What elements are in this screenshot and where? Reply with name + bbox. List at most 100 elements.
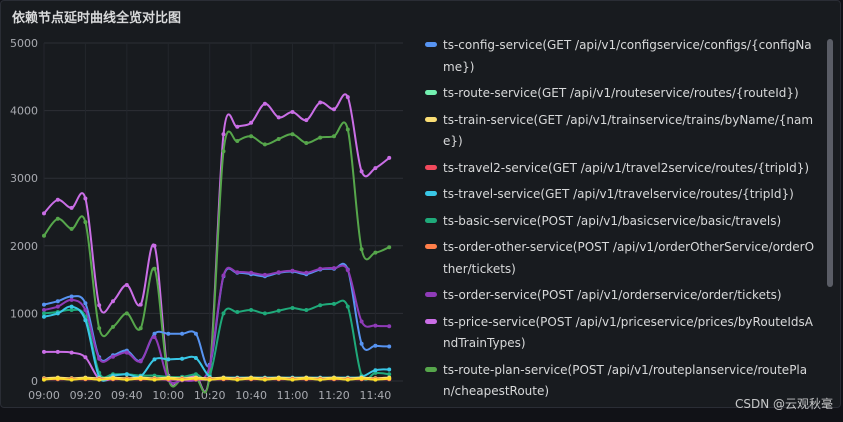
legend-item[interactable]: ts-order-service(POST /api/v1/orderservi…: [425, 285, 817, 307]
series-point: [249, 120, 254, 125]
series-point: [83, 301, 88, 306]
series-point: [152, 243, 157, 248]
series-point: [345, 95, 350, 100]
series-point: [111, 299, 115, 304]
series-point: [124, 311, 129, 316]
series-point: [318, 100, 323, 105]
series-point: [249, 308, 254, 312]
x-tick-label: 11:20: [318, 389, 350, 402]
legend-item[interactable]: ts-route-service(GET /api/v1/routeservic…: [425, 83, 817, 105]
series-point: [69, 226, 74, 231]
series-point: [290, 132, 295, 137]
series-point: [373, 343, 378, 348]
series-point: [262, 272, 267, 277]
series-point: [55, 376, 60, 381]
series-point: [83, 318, 88, 323]
series-point: [332, 107, 336, 112]
series-point: [359, 169, 364, 174]
legend-scrollbar[interactable]: [827, 39, 833, 287]
series-point: [345, 377, 350, 382]
series-point: [304, 270, 309, 275]
series-point: [304, 118, 309, 123]
series-point: [235, 270, 240, 275]
chart-legend[interactable]: ts-config-service(GET /api/v1/configserv…: [425, 35, 817, 407]
series-point: [332, 376, 336, 381]
series-point: [318, 135, 323, 140]
legend-item[interactable]: ts-config-service(GET /api/v1/configserv…: [425, 35, 817, 78]
legend-swatch: [425, 164, 437, 170]
series-point: [124, 377, 129, 382]
series-point: [359, 319, 364, 324]
series-point: [166, 376, 171, 381]
series-point: [276, 115, 281, 120]
y-tick-label: 1000: [10, 307, 38, 320]
series-point: [124, 372, 129, 377]
series-point: [345, 304, 350, 309]
series-point: [318, 377, 323, 382]
y-tick-label: 3000: [10, 172, 38, 185]
legend-item[interactable]: ts-travel2-service(GET /api/v1/travel2se…: [425, 158, 817, 180]
series-point: [332, 266, 336, 271]
series-point: [42, 349, 46, 354]
series-point: [152, 357, 157, 362]
series-point: [42, 233, 46, 238]
y-tick-label: 4000: [10, 105, 38, 118]
series-point: [207, 377, 212, 382]
series-point: [249, 376, 254, 381]
series-point: [290, 377, 295, 382]
legend-item[interactable]: ts-train-service(GET /api/v1/trainservic…: [425, 110, 817, 153]
series-point: [83, 355, 88, 360]
series-point: [262, 377, 267, 382]
chart-panel: 依赖节点延时曲线全览对比图 0 1000 2000 3000 4000 5000 09:00…: [0, 0, 841, 408]
series-point: [69, 205, 74, 210]
series-point: [249, 134, 254, 139]
series-point: [42, 302, 46, 307]
legend-label: ts-route-service(GET /api/v1/routeservic…: [443, 86, 799, 100]
series-point: [166, 357, 171, 362]
series-point: [83, 376, 88, 381]
series-point: [262, 142, 267, 147]
series-point: [345, 268, 350, 273]
series-point: [221, 149, 226, 154]
x-tick-label: 10:20: [194, 389, 226, 402]
series-point: [97, 377, 102, 382]
series-point: [42, 211, 46, 216]
legend-item[interactable]: ts-basic-service(POST /api/v1/basicservi…: [425, 211, 817, 233]
series-point: [124, 350, 129, 355]
latency-line-chart[interactable]: 0 1000 2000 3000 4000 5000 09:00 09:20 09:40 10:0…: [1, 1, 421, 409]
series-point: [304, 141, 309, 145]
series-point: [373, 250, 378, 255]
series-point: [180, 356, 185, 361]
series-point: [387, 245, 392, 250]
series-point: [180, 331, 185, 336]
series-point: [166, 331, 171, 336]
series-point: [387, 367, 392, 372]
legend-item[interactable]: ts-travel-service(GET /api/v1/travelserv…: [425, 184, 817, 206]
legend-swatch: [425, 191, 437, 196]
series-point: [55, 299, 60, 304]
series-point: [332, 301, 336, 306]
series-point: [97, 326, 102, 331]
series-point: [276, 308, 281, 313]
series-point: [387, 155, 392, 160]
series-point: [387, 376, 392, 381]
legend-label: ts-train-service(GET /api/v1/trainservic…: [443, 112, 814, 149]
y-tick-label: 0: [31, 375, 38, 388]
series-point: [138, 326, 143, 331]
series-point: [97, 303, 102, 308]
series-point: [373, 166, 378, 171]
series-point: [124, 283, 129, 287]
legend-item[interactable]: ts-price-service(POST /api/v1/priceservi…: [425, 312, 817, 355]
series-point: [55, 197, 60, 202]
x-tick-label: 09:40: [111, 389, 143, 402]
series-point: [83, 196, 88, 201]
legend-label: ts-order-other-service(POST /api/v1/orde…: [443, 240, 815, 276]
series-point: [290, 110, 295, 114]
series-point: [318, 303, 323, 308]
series-point: [249, 270, 254, 275]
series-point: [373, 377, 378, 382]
series-point: [387, 344, 392, 349]
legend-item[interactable]: ts-order-other-service(POST /api/v1/orde…: [425, 237, 817, 280]
y-tick-label: 2000: [10, 240, 38, 253]
series-point: [359, 247, 364, 252]
